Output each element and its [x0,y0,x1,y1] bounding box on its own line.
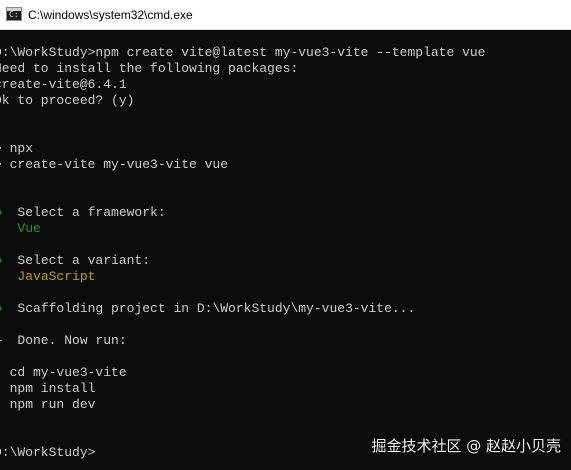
console-line: | [0,317,2,333]
console-line: | [0,285,2,301]
console-line: D:\WorkStudy> [0,445,96,460]
console-line-text: Select a framework: [1,205,166,220]
terminal-window: C: C:\windows\system32\cmd.exe D:\WorkSt… [0,0,571,470]
console-line: create-vite@6.4.1 [0,77,127,92]
console-line: Ok to proceed? (y) [0,93,135,108]
cmd-icon: C: [6,7,22,21]
console-line: | [0,237,2,253]
console-line-text: Scaffolding project in D:\WorkStudy\my-v… [1,301,416,316]
console-line: D:\WorkStudy>npm create vite@latest my-v… [0,45,486,60]
console-line: npm install [0,381,96,396]
console-line-text: Select a variant: [1,253,151,268]
console-line: o Select a framework: [0,205,166,221]
console-line: > npx [0,141,34,156]
console-line: npm run dev [0,397,96,412]
console-line: — Done. Now run: [0,333,127,348]
console-line: | JavaScript [0,269,95,285]
console-line: > create-vite my-vue3-vite vue [0,157,229,172]
watermark: 掘金技术社区 @ 赵赵小贝壳 [371,437,561,455]
console-line: o Scaffolding project in D:\WorkStudy\my… [0,301,415,317]
console-line: Need to install the following packages: [0,61,299,76]
console-line: | [0,189,2,205]
console-line: o Select a variant: [0,253,150,269]
console-output[interactable]: D:\WorkStudy>npm create vite@latest my-v… [0,30,571,470]
console-line-text: JavaScript [1,269,96,284]
window-title: C:\windows\system32\cmd.exe [28,8,193,22]
console-line: | Vue [0,221,41,237]
console-line: cd my-vue3-vite [0,365,127,380]
title-bar[interactable]: C: C:\windows\system32\cmd.exe [0,0,571,30]
console-line-text: Vue [1,221,41,236]
